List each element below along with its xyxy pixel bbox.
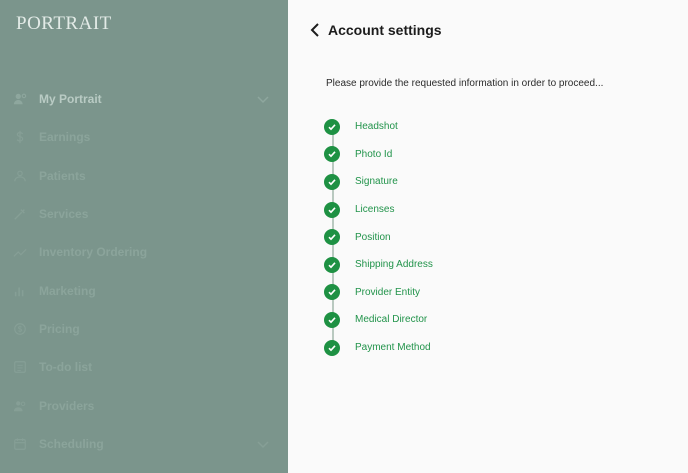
sidebar-item-scheduling[interactable]: Scheduling bbox=[0, 425, 288, 463]
dollar-icon bbox=[12, 129, 28, 145]
user-gear-icon bbox=[12, 91, 28, 107]
account-settings-panel: Account settings Please provide the requ… bbox=[288, 0, 688, 473]
step-position[interactable]: Position bbox=[324, 223, 624, 251]
step-label: Provider Entity bbox=[355, 286, 421, 298]
sidebar-item-label: Earnings bbox=[39, 130, 91, 145]
steps-list: Headshot Photo Id Signature Licenses Pos… bbox=[324, 113, 624, 361]
page-header: Account settings bbox=[308, 20, 442, 40]
sidebar-item-label: To-do list bbox=[39, 360, 93, 375]
trend-icon bbox=[12, 244, 28, 260]
sidebar-item-label: Services bbox=[39, 207, 89, 222]
check-icon bbox=[324, 229, 340, 246]
step-label: Licenses bbox=[355, 204, 395, 216]
check-icon bbox=[324, 118, 340, 135]
back-button[interactable] bbox=[308, 20, 322, 40]
chevron-left-icon bbox=[310, 23, 319, 37]
sidebar-item-pricing[interactable]: Pricing bbox=[0, 310, 288, 348]
syringe-icon bbox=[12, 206, 28, 222]
intro-text: Please provide the requested information… bbox=[326, 78, 604, 89]
step-label: Photo Id bbox=[355, 148, 393, 160]
bar-chart-icon bbox=[12, 283, 28, 299]
patients-icon bbox=[12, 168, 28, 184]
step-provider-entity[interactable]: Provider Entity bbox=[324, 279, 624, 307]
chevron-down-icon[interactable] bbox=[256, 92, 270, 106]
check-icon bbox=[324, 173, 340, 190]
sidebar-item-to-do-list[interactable]: To-do list bbox=[0, 348, 288, 386]
step-label: Shipping Address bbox=[355, 259, 433, 271]
sidebar-item-label: Scheduling bbox=[39, 436, 104, 451]
check-icon bbox=[324, 146, 340, 163]
step-label: Payment Method bbox=[355, 342, 431, 354]
step-payment-method[interactable]: Payment Method bbox=[324, 334, 624, 362]
check-icon bbox=[324, 311, 340, 328]
step-licenses[interactable]: Licenses bbox=[324, 196, 624, 224]
users-icon bbox=[12, 398, 28, 414]
step-shipping-address[interactable]: Shipping Address bbox=[324, 251, 624, 279]
sidebar: PORTRAIT My Portrait Earnings Patients S… bbox=[0, 0, 288, 473]
step-label: Medical Director bbox=[355, 314, 428, 326]
step-signature[interactable]: Signature bbox=[324, 168, 624, 196]
page-title: Account settings bbox=[328, 22, 442, 38]
step-label: Position bbox=[355, 231, 391, 243]
sidebar-item-label: Inventory Ordering bbox=[39, 245, 148, 260]
calendar-icon bbox=[12, 436, 28, 452]
sidebar-item-label: My Portrait bbox=[39, 92, 102, 107]
sidebar-item-my-portrait[interactable]: My Portrait bbox=[0, 80, 288, 118]
chevron-down-icon[interactable] bbox=[256, 437, 270, 451]
step-photo-id[interactable]: Photo Id bbox=[324, 141, 624, 169]
sidebar-item-patients[interactable]: Patients bbox=[0, 157, 288, 195]
pricing-icon bbox=[12, 321, 28, 337]
sidebar-item-inventory-ordering[interactable]: Inventory Ordering bbox=[0, 233, 288, 271]
step-medical-director[interactable]: Medical Director bbox=[324, 306, 624, 334]
step-headshot[interactable]: Headshot bbox=[324, 113, 624, 141]
step-label: Headshot bbox=[355, 121, 398, 133]
sidebar-item-label: Patients bbox=[39, 168, 86, 183]
check-icon bbox=[324, 339, 340, 356]
sidebar-nav: My Portrait Earnings Patients Services I… bbox=[0, 80, 288, 463]
portrait-logo[interactable]: PORTRAIT bbox=[16, 13, 112, 35]
sidebar-item-marketing[interactable]: Marketing bbox=[0, 271, 288, 309]
check-icon bbox=[324, 201, 340, 218]
check-icon bbox=[324, 256, 340, 273]
sidebar-item-label: Pricing bbox=[39, 321, 80, 336]
step-label: Signature bbox=[355, 176, 398, 188]
checklist-icon bbox=[12, 359, 28, 375]
check-icon bbox=[324, 284, 340, 301]
sidebar-item-earnings[interactable]: Earnings bbox=[0, 118, 288, 156]
sidebar-item-label: Providers bbox=[39, 398, 95, 413]
sidebar-item-providers[interactable]: Providers bbox=[0, 386, 288, 424]
sidebar-item-services[interactable]: Services bbox=[0, 195, 288, 233]
sidebar-item-label: Marketing bbox=[39, 283, 96, 298]
